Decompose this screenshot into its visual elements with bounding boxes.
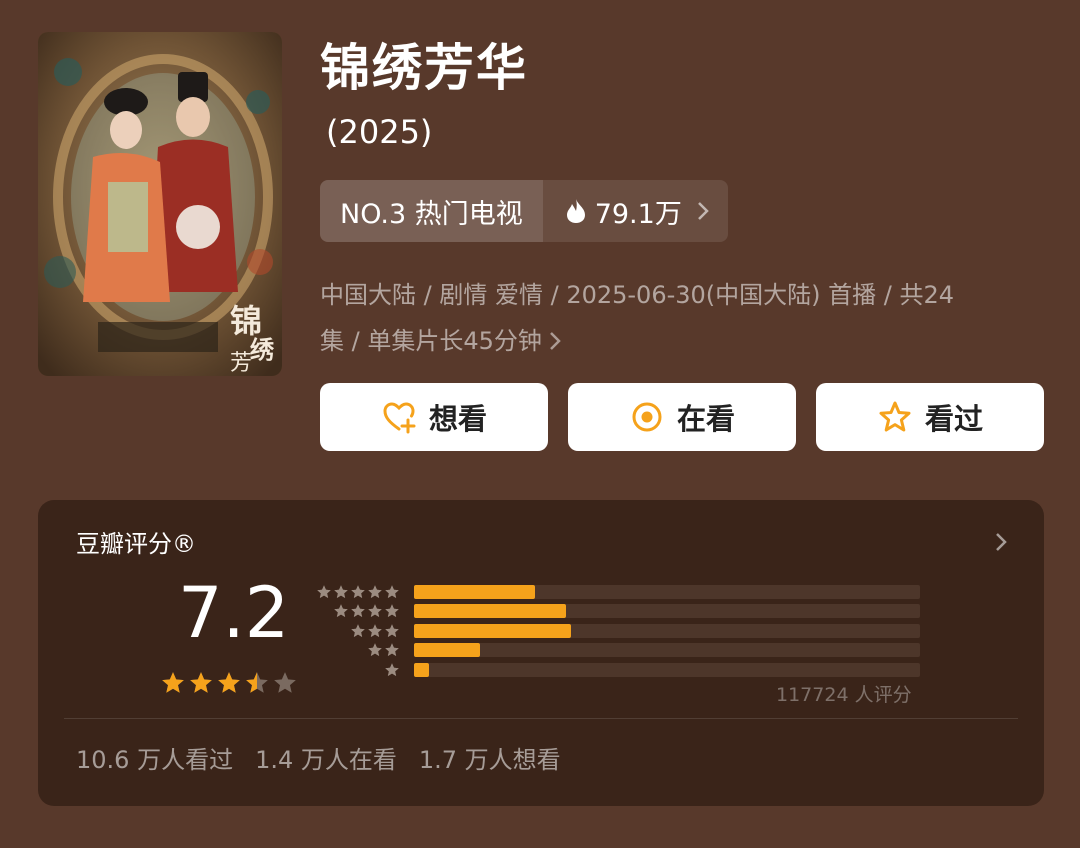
distribution-row: [314, 582, 920, 602]
distribution-bar: [414, 584, 536, 599]
poster-title-text: 锦 绣 芳: [230, 302, 275, 376]
want-to-watch-button[interactable]: 想看: [320, 383, 548, 451]
rating-count: 117724 人评分: [776, 684, 912, 706]
distribution-stars: [314, 623, 400, 639]
rating-star-icon: [218, 672, 240, 693]
small-star-icon: [385, 643, 399, 657]
distribution-row: [314, 621, 920, 641]
rating-card[interactable]: 豆瓣评分® 7.2 117724 人评分 10.6 万人看过 1.4 万人在看 …: [38, 500, 1044, 806]
rank-badge[interactable]: NO.3 热门电视 79.1万: [320, 180, 728, 242]
meta-line-2: 集 / 单集片长45分钟: [320, 327, 542, 355]
small-star-icon: [368, 604, 382, 618]
small-star-icon: [385, 604, 399, 618]
meta-line-1: 中国大陆 / 剧情 爱情 / 2025-06-30(中国大陆) 首播 / 共24: [320, 281, 955, 309]
distribution-bar-track: [414, 643, 920, 658]
heat-value: 79.1万: [594, 198, 682, 230]
rating-score: 7.2: [178, 572, 290, 654]
watch-stats: 10.6 万人看过 1.4 万人在看 1.7 万人想看: [76, 740, 561, 775]
distribution-stars: [314, 603, 400, 619]
watching-label: 在看: [676, 402, 735, 436]
distribution-bar: [414, 623, 571, 638]
want-label: 想看: [428, 402, 487, 436]
distribution-bar: [414, 643, 480, 658]
small-star-icon: [385, 663, 399, 676]
stat-watching: 1.4 万人在看: [255, 746, 397, 774]
rating-star-icon: [162, 672, 184, 693]
small-star-icon: [351, 604, 365, 618]
distribution-bar-track: [414, 604, 920, 619]
rating-star-icon: [274, 672, 296, 693]
target-icon: [632, 402, 662, 432]
distribution-stars: [314, 584, 400, 600]
svg-text:绣: 绣: [250, 335, 275, 364]
small-star-icon: [334, 585, 348, 598]
svg-text:芳: 芳: [230, 351, 252, 376]
small-star-icon: [351, 624, 365, 637]
star-outline-icon: [879, 401, 911, 432]
distribution-row: [314, 660, 920, 680]
stat-want: 1.7 万人想看: [418, 746, 561, 774]
movie-poster[interactable]: 锦 绣 芳: [38, 32, 282, 376]
rating-distribution: [314, 582, 920, 680]
distribution-bar-track: [414, 623, 920, 638]
distribution-stars: [314, 662, 400, 678]
chevron-right-icon: [697, 202, 709, 220]
distribution-bar: [414, 662, 430, 677]
distribution-bar-track: [414, 584, 920, 599]
release-year: (2025): [326, 113, 433, 151]
small-star-icon: [368, 643, 382, 657]
chevron-right-icon: [550, 332, 561, 350]
rating-star-icon: [246, 672, 268, 693]
heart-plus-icon: [383, 402, 416, 434]
distribution-bar: [414, 604, 566, 619]
movie-meta-info[interactable]: 中国大陆 / 剧情 爱情 / 2025-06-30(中国大陆) 首播 / 共24…: [320, 272, 1040, 364]
small-star-icon: [368, 585, 382, 598]
distribution-row: [314, 641, 920, 661]
distribution-row: [314, 602, 920, 622]
flame-icon: [566, 199, 585, 223]
divider: [64, 718, 1018, 719]
stat-watched: 10.6 万人看过: [76, 746, 234, 774]
heat-indicator[interactable]: 79.1万: [542, 180, 728, 242]
rating-stars: [160, 670, 298, 696]
page-title: 锦绣芳华: [320, 39, 528, 97]
small-star-icon: [385, 585, 399, 598]
small-star-icon: [385, 624, 399, 637]
chevron-right-icon[interactable]: [994, 530, 1008, 554]
small-star-icon: [317, 585, 331, 598]
rating-title: 豆瓣评分®: [76, 530, 196, 558]
watching-button[interactable]: 在看: [568, 383, 796, 451]
distribution-stars: [314, 642, 400, 658]
small-star-icon: [334, 604, 348, 618]
watched-button[interactable]: 看过: [816, 383, 1044, 451]
small-star-icon: [351, 585, 365, 598]
small-star-icon: [368, 624, 382, 637]
watched-label: 看过: [924, 402, 983, 436]
distribution-bar-track: [414, 662, 920, 677]
rating-star-icon: [190, 672, 212, 693]
rank-label: NO.3 热门电视: [320, 180, 543, 242]
